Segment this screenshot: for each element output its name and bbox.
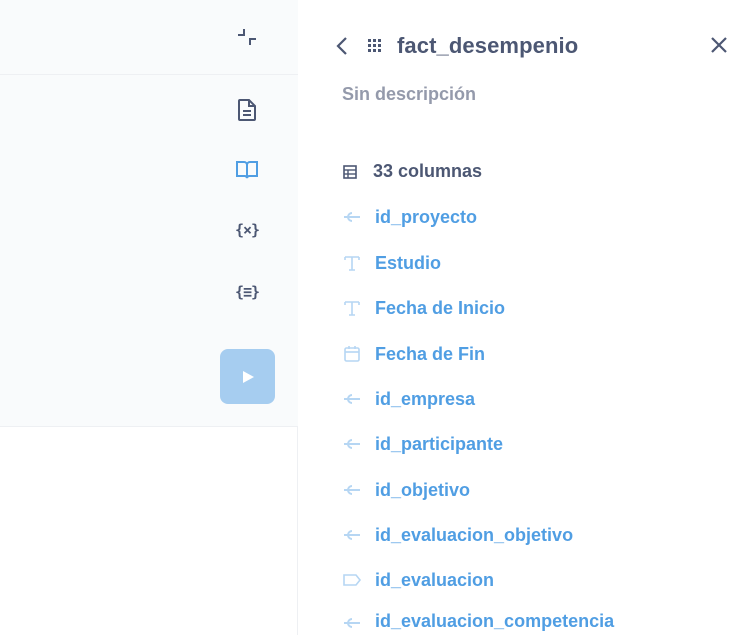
table-description: Sin descripción <box>342 84 477 104</box>
column-name: id_participante <box>375 433 504 454</box>
book-icon[interactable] <box>232 155 262 185</box>
foreign-key-icon <box>340 478 364 502</box>
column-name: id_evaluacion_competencia <box>375 611 615 631</box>
snippets-label: {≡} <box>234 283 260 301</box>
column-item[interactable]: id_evaluacion <box>340 565 730 595</box>
collapse-icon[interactable] <box>236 26 258 48</box>
column-name: id_proyecto <box>375 206 478 227</box>
document-icon[interactable] <box>232 95 262 125</box>
foreign-key-icon <box>340 205 364 229</box>
column-item[interactable]: Estudio <box>340 248 730 278</box>
column-name: Fecha de Inicio <box>375 297 506 318</box>
variables-label: {×} <box>234 221 260 239</box>
column-name: id_evaluacion <box>375 569 495 590</box>
calendar-icon <box>340 342 364 366</box>
column-item[interactable]: Fecha de Inicio <box>340 293 730 323</box>
column-name: id_objetivo <box>375 479 471 500</box>
foreign-key-icon <box>340 523 364 547</box>
column-name: id_evaluacion_objetivo <box>375 524 574 545</box>
column-name: Fecha de Fin <box>375 343 486 364</box>
panel-title: fact_desempenio <box>397 33 579 58</box>
text-type-icon <box>340 251 364 275</box>
column-item[interactable]: id_proyecto <box>340 202 730 232</box>
text-type-icon <box>340 296 364 320</box>
play-icon <box>242 370 254 383</box>
foreign-key-icon <box>340 387 364 411</box>
label-tag-icon <box>340 568 364 592</box>
foreign-key-icon <box>340 611 364 635</box>
column-item[interactable]: id_participante <box>340 429 730 459</box>
query-editor-pane: {×} {≡} <box>0 0 298 635</box>
snippets-icon[interactable]: {≡} <box>232 277 262 307</box>
table-icon <box>343 165 357 179</box>
close-icon[interactable] <box>709 35 729 55</box>
table-grid-icon <box>368 39 381 52</box>
column-count: 33 columnas <box>373 161 483 181</box>
column-item[interactable]: Fecha de Fin <box>340 339 730 369</box>
column-item[interactable]: id_evaluacion_competencia <box>340 605 730 635</box>
column-name: Estudio <box>375 252 441 273</box>
column-name: id_empresa <box>375 388 476 409</box>
editor-header <box>0 0 298 75</box>
column-item[interactable]: id_objetivo <box>340 475 730 505</box>
column-item[interactable]: id_empresa <box>340 384 730 414</box>
variables-icon[interactable]: {×} <box>232 215 262 245</box>
chevron-left-icon[interactable] <box>334 35 352 57</box>
foreign-key-icon <box>340 432 364 456</box>
run-query-button[interactable] <box>220 349 275 404</box>
column-item[interactable]: id_evaluacion_objetivo <box>340 520 730 550</box>
